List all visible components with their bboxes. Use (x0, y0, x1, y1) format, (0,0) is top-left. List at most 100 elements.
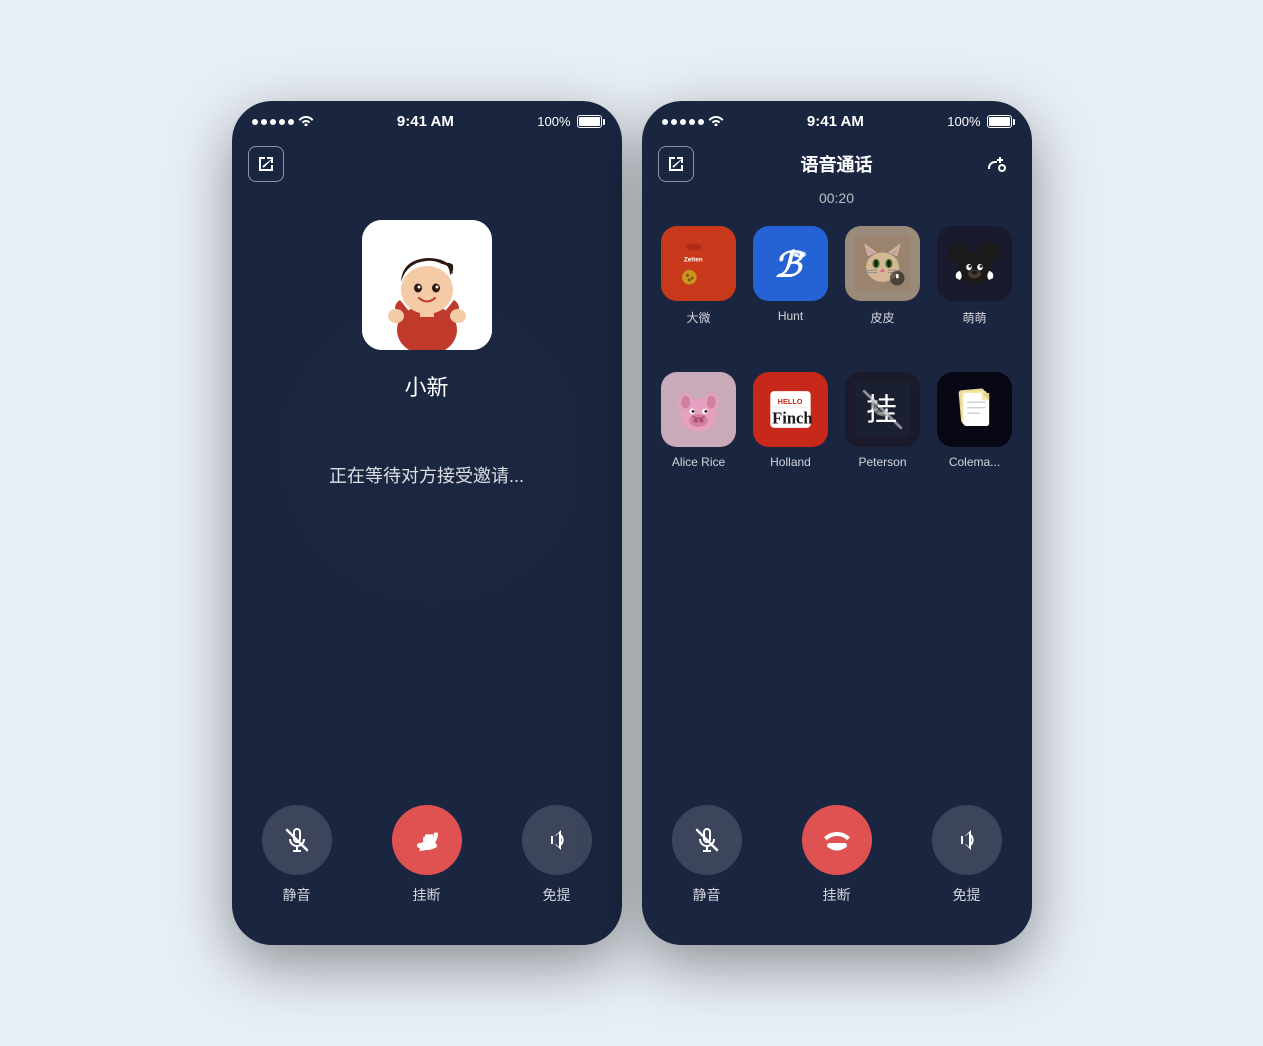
hangup-button-1[interactable] (392, 805, 462, 875)
dot2 (261, 119, 267, 125)
time-1: 9:41 AM (397, 113, 454, 130)
name-pipi: 皮皮 (870, 309, 894, 326)
status-right-2: 100% (947, 114, 1011, 129)
waiting-status-text: 正在等待对方接受邀请... (329, 462, 524, 488)
status-bar-1: 9:41 AM 100% (232, 101, 622, 138)
svg-text:ℬ: ℬ (774, 245, 805, 284)
controls-bar-1: 静音 挂断 (232, 785, 622, 945)
finch-card-icon: HELLO Finch (753, 372, 828, 447)
speaker-control-2: 免提 (932, 805, 1002, 905)
b-logo-icon: ℬ (753, 226, 828, 301)
call-title-area: 语音通话 (801, 151, 873, 177)
wifi-icon-1 (298, 114, 314, 129)
avatar-dawei: Zelten (661, 226, 736, 301)
signal-dots-2 (662, 119, 704, 125)
mute-button-2[interactable] (672, 805, 742, 875)
name-dawei: 大微 (686, 309, 710, 326)
avatar-alice (661, 372, 736, 447)
hangup-control-1: 挂断 (392, 805, 462, 905)
note-icon (937, 372, 1012, 447)
participant-coleman: Colema... (934, 372, 1016, 505)
avatar-coleman (937, 372, 1012, 447)
mug-icon: Zelten (661, 226, 736, 301)
dot4-2 (689, 119, 695, 125)
dot3 (270, 119, 276, 125)
hangup-label-1: 挂断 (413, 885, 441, 905)
mute-control-1: 静音 (262, 805, 332, 905)
participant-pipi: 皮皮 (842, 226, 924, 362)
speaker-label-2: 免提 (953, 885, 981, 905)
pig-icon (661, 372, 736, 447)
avatar-pipi (845, 226, 920, 301)
hangup-icon-1 (411, 824, 443, 856)
status-right-1: 100% (537, 114, 601, 129)
svg-text:Zelten: Zelten (684, 257, 703, 264)
dot1-2 (662, 119, 668, 125)
name-hunt: Hunt (778, 309, 803, 323)
call-duration: 00:20 (642, 190, 1032, 206)
spacer (642, 506, 1032, 786)
speaker-icon-2 (953, 826, 981, 854)
status-left-2 (662, 114, 724, 129)
name-alice: Alice Rice (672, 455, 725, 469)
hangup-icon-2 (821, 824, 853, 856)
speaker-icon-1 (543, 826, 571, 854)
participants-grid: Zelten 大微 ℬ (642, 226, 1032, 506)
battery-percent-2: 100% (947, 114, 980, 129)
screen2-group-call: 9:41 AM 100% 语音通话 00:20 (642, 101, 1032, 945)
avatar-mengmeng (937, 226, 1012, 301)
controls-bar-2: 静音 挂断 免提 (642, 785, 1032, 945)
caller-name: 小新 (404, 370, 448, 402)
dot2-2 (671, 119, 677, 125)
mic-off-icon-2 (693, 826, 721, 854)
avatar-hunt: ℬ (753, 226, 828, 301)
wifi-icon-2 (708, 114, 724, 129)
speaker-button-1[interactable] (522, 805, 592, 875)
participant-alice: Alice Rice (658, 372, 740, 505)
participant-hunt: ℬ Hunt (750, 226, 832, 362)
dot3-2 (680, 119, 686, 125)
battery-icon-1 (577, 115, 602, 128)
call-title: 语音通话 (801, 151, 873, 177)
name-coleman: Colema... (949, 455, 1000, 469)
dot5-2 (698, 119, 704, 125)
signal-dots-1 (252, 119, 294, 125)
status-left-1 (252, 114, 314, 129)
mute-control-2: 静音 (672, 805, 742, 905)
battery-icon-2 (987, 115, 1012, 128)
svg-text:HELLO: HELLO (778, 397, 803, 406)
participant-mengmeng: 萌萌 (934, 226, 1016, 362)
hangup-avatar-icon: 挂 断 (845, 372, 920, 447)
participant-peterson: 挂 断 Peterson (842, 372, 924, 505)
hangup-button-2[interactable] (802, 805, 872, 875)
status-bar-2: 9:41 AM 100% (642, 101, 1032, 138)
name-holland: Holland (770, 455, 811, 469)
mute-button-1[interactable] (262, 805, 332, 875)
nav-icon-2[interactable] (658, 146, 694, 182)
screen1-header (232, 138, 622, 190)
time-2: 9:41 AM (807, 113, 864, 130)
screen2-header: 语音通话 (642, 138, 1032, 190)
battery-percent-1: 100% (537, 114, 570, 129)
speaker-label-1: 免提 (543, 885, 571, 905)
avatar-peterson: 挂 断 (845, 372, 920, 447)
name-mengmeng: 萌萌 (962, 309, 986, 326)
avatar-holland: HELLO Finch (753, 372, 828, 447)
screen1-content: 小新 正在等待对方接受邀请... (232, 190, 622, 785)
speaker-button-2[interactable] (932, 805, 1002, 875)
dot5 (288, 119, 294, 125)
hangup-label-2: 挂断 (823, 885, 851, 905)
participant-holland: HELLO Finch Holland (750, 372, 832, 505)
hangup-control-2: 挂断 (802, 805, 872, 905)
nav-icon-1[interactable] (248, 146, 284, 182)
mute-label-1: 静音 (283, 885, 311, 905)
screen1-calling: 9:41 AM 100% (232, 101, 622, 945)
svg-text:Finch: Finch (772, 409, 812, 428)
mic-off-icon-1 (283, 826, 311, 854)
dot4 (279, 119, 285, 125)
dot1 (252, 119, 258, 125)
participant-dawei: Zelten 大微 (658, 226, 740, 362)
caller-avatar (362, 220, 492, 350)
add-person-button[interactable] (980, 146, 1016, 182)
caller-avatar-illustration (362, 220, 492, 350)
